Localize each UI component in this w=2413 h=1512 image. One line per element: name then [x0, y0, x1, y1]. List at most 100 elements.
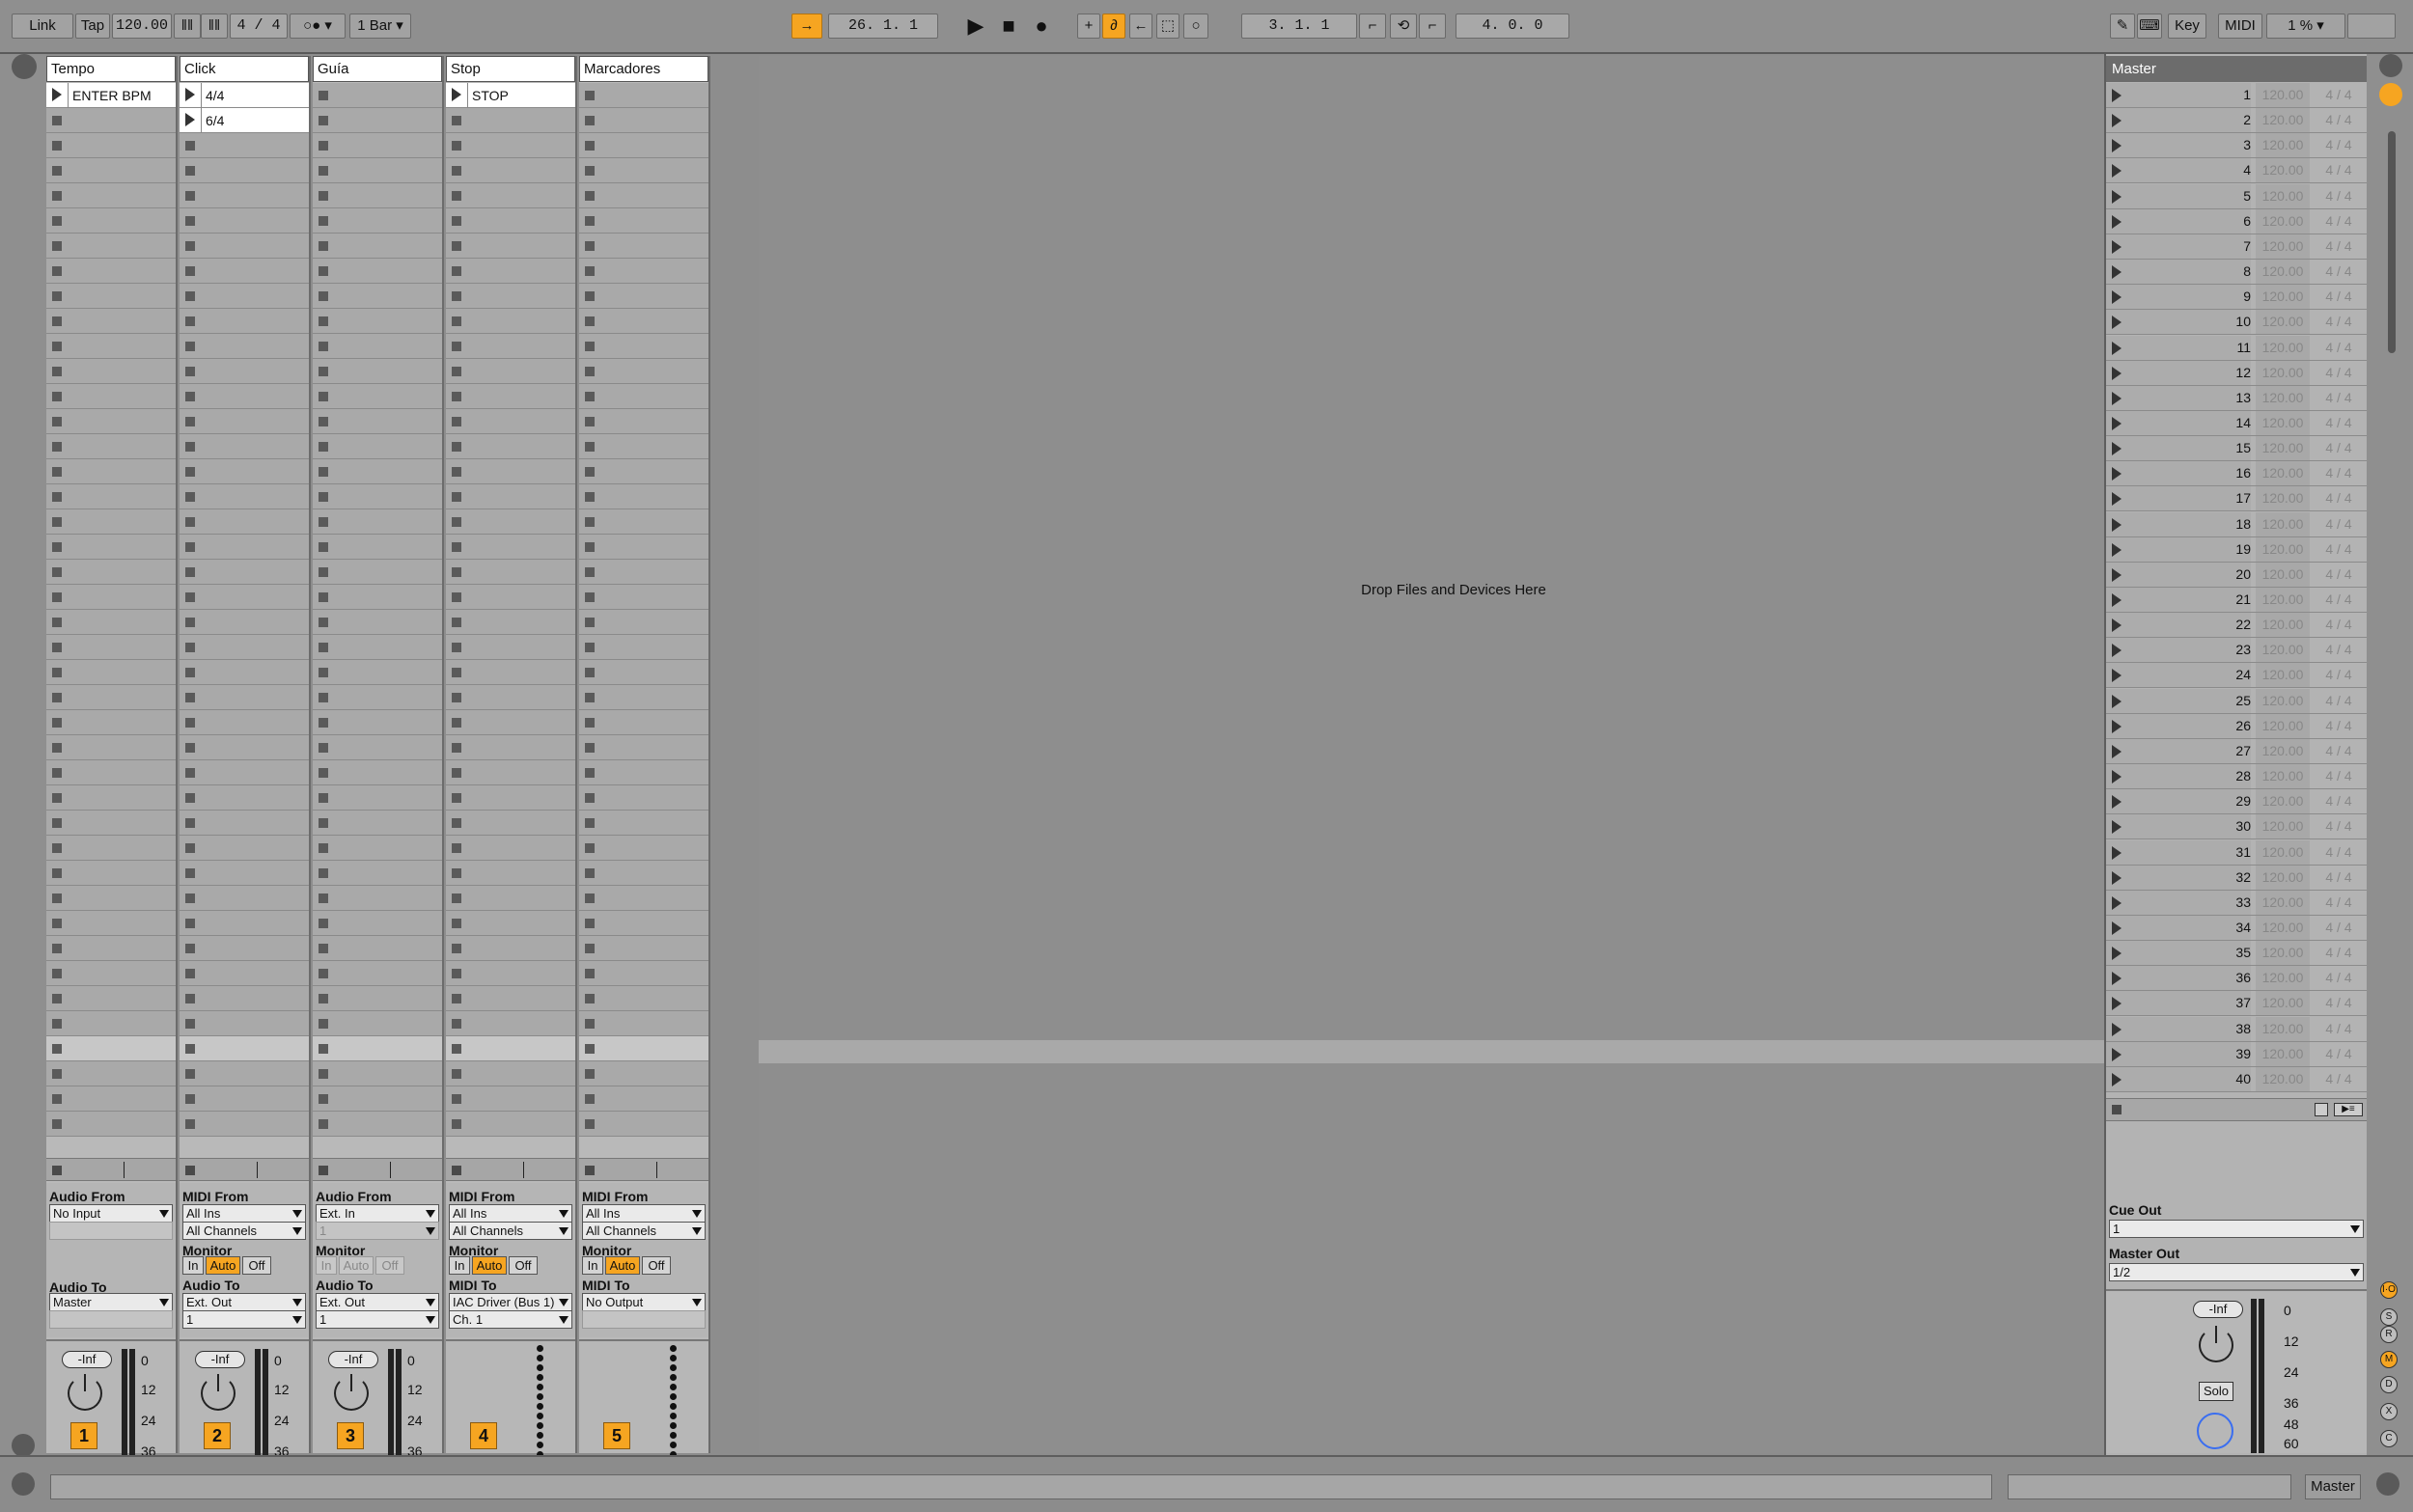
- scene-launch-icon[interactable]: [2112, 391, 2122, 405]
- pan-knob[interactable]: [334, 1374, 369, 1411]
- clip-slot[interactable]: [180, 660, 309, 685]
- clip-slot[interactable]: [579, 811, 708, 836]
- scene-row[interactable]: 33 120.00 4 / 4: [2106, 890, 2369, 916]
- clip-slot[interactable]: [46, 811, 176, 836]
- scene-signature[interactable]: 4 / 4: [2313, 234, 2365, 259]
- clip-slot[interactable]: [46, 284, 176, 309]
- metronome-button[interactable]: ○● ▾: [290, 14, 346, 39]
- clip-slot[interactable]: [46, 509, 176, 535]
- clip-slot[interactable]: [313, 1061, 442, 1086]
- scene-launch-icon[interactable]: [2112, 467, 2122, 481]
- scene-signature[interactable]: 4 / 4: [2313, 310, 2365, 334]
- scene-signature[interactable]: 4 / 4: [2313, 941, 2365, 965]
- crossfader-toggle-icon[interactable]: X: [2380, 1403, 2398, 1420]
- monitor-off-button[interactable]: Off: [242, 1256, 271, 1275]
- scene-row[interactable]: 19 120.00 4 / 4: [2106, 536, 2369, 563]
- scene-tempo[interactable]: 120.00: [2256, 511, 2310, 536]
- clip-slot[interactable]: [313, 560, 442, 585]
- mixer-toggle-icon[interactable]: M: [2380, 1351, 2398, 1368]
- clip-slot[interactable]: [446, 509, 575, 535]
- clip-slot[interactable]: [46, 585, 176, 610]
- clip-slot[interactable]: [180, 1112, 309, 1137]
- clip-slot[interactable]: [313, 208, 442, 234]
- clip-slot[interactable]: [46, 1086, 176, 1112]
- scene-row[interactable]: 14 120.00 4 / 4: [2106, 410, 2369, 436]
- clip-slot[interactable]: [446, 986, 575, 1011]
- cue-out-select[interactable]: 1: [2109, 1220, 2364, 1238]
- scene-row[interactable]: 32 120.00 4 / 4: [2106, 865, 2369, 891]
- scene-row[interactable]: 20 120.00 4 / 4: [2106, 562, 2369, 588]
- clip-slot[interactable]: [46, 208, 176, 234]
- clip-slot[interactable]: [579, 1011, 708, 1036]
- capture-icon[interactable]: ⬚: [1156, 14, 1179, 39]
- scene-signature[interactable]: 4 / 4: [2313, 436, 2365, 460]
- output-select[interactable]: IAC Driver (Bus 1): [449, 1293, 572, 1311]
- scene-signature[interactable]: 4 / 4: [2313, 411, 2365, 435]
- scene-launch-icon[interactable]: [2112, 1072, 2122, 1086]
- scene-signature[interactable]: 4 / 4: [2313, 133, 2365, 157]
- scene-launch-icon[interactable]: [2112, 567, 2122, 582]
- clip-slot[interactable]: [446, 484, 575, 509]
- track-activator-button[interactable]: 1: [70, 1422, 97, 1449]
- clip[interactable]: 4/4: [180, 83, 309, 108]
- scene-row[interactable]: 11 120.00 4 / 4: [2106, 335, 2369, 361]
- clip-slot[interactable]: [46, 685, 176, 710]
- scene-row[interactable]: 5 120.00 4 / 4: [2106, 183, 2369, 209]
- clip-slot[interactable]: [313, 484, 442, 509]
- master-status-button[interactable]: Master: [2305, 1474, 2361, 1499]
- clip-slot[interactable]: [579, 158, 708, 183]
- clip-slot[interactable]: [313, 509, 442, 535]
- scene-launch-icon[interactable]: [2112, 644, 2122, 658]
- track-title[interactable]: Marcadores: [579, 56, 708, 82]
- clip-slot[interactable]: [446, 208, 575, 234]
- scene-signature[interactable]: 4 / 4: [2313, 285, 2365, 309]
- keyboard-icon[interactable]: ⌨: [2137, 14, 2162, 39]
- delay-toggle-icon[interactable]: D: [2380, 1376, 2398, 1393]
- clip-slot[interactable]: [46, 158, 176, 183]
- scene-tempo[interactable]: 120.00: [2256, 588, 2310, 612]
- clip-slot[interactable]: [46, 384, 176, 409]
- scene-tempo[interactable]: 120.00: [2256, 183, 2310, 208]
- clip-slot[interactable]: [579, 1061, 708, 1086]
- scene-tempo[interactable]: 120.00: [2256, 310, 2310, 335]
- clip-slot[interactable]: [180, 986, 309, 1011]
- clip-slot[interactable]: [446, 234, 575, 259]
- scene-row[interactable]: 6 120.00 4 / 4: [2106, 208, 2369, 234]
- clip-slot[interactable]: [446, 610, 575, 635]
- returns-toggle-icon[interactable]: R: [2380, 1326, 2398, 1343]
- scene-tempo[interactable]: 120.00: [2256, 158, 2310, 183]
- input-channel-select[interactable]: All Channels: [582, 1222, 706, 1240]
- scene-row[interactable]: 2 120.00 4 / 4: [2106, 108, 2369, 134]
- scene-launch-icon[interactable]: [2112, 694, 2122, 708]
- clip-slot[interactable]: [180, 183, 309, 208]
- cue-volume-knob[interactable]: [2197, 1413, 2233, 1449]
- clip-slot[interactable]: [446, 911, 575, 936]
- clip-slot[interactable]: [579, 961, 708, 986]
- scene-row[interactable]: 30 120.00 4 / 4: [2106, 814, 2369, 840]
- scene-signature[interactable]: 4 / 4: [2313, 840, 2365, 865]
- monitor-in-button[interactable]: In: [582, 1256, 603, 1275]
- scene-launch-icon[interactable]: [2112, 290, 2122, 305]
- clip-slot[interactable]: [180, 886, 309, 911]
- clip-slot[interactable]: [180, 760, 309, 785]
- scene-tempo[interactable]: 120.00: [2256, 738, 2310, 763]
- scene-launch-icon[interactable]: [2112, 316, 2122, 330]
- scrollbar[interactable]: [2388, 131, 2396, 353]
- clip-slot[interactable]: [579, 560, 708, 585]
- scene-tempo[interactable]: 120.00: [2256, 764, 2310, 789]
- clip-slot[interactable]: [46, 334, 176, 359]
- clip-slot[interactable]: [446, 961, 575, 986]
- input-channel-select[interactable]: 1: [316, 1222, 439, 1240]
- scene-row[interactable]: 8 120.00 4 / 4: [2106, 260, 2369, 286]
- track-activator-button[interactable]: 3: [337, 1422, 364, 1449]
- clip-slot[interactable]: [313, 986, 442, 1011]
- clip-slot[interactable]: [313, 1011, 442, 1036]
- clip-slot[interactable]: [313, 685, 442, 710]
- clip-slot[interactable]: [313, 936, 442, 961]
- scene-tempo[interactable]: 120.00: [2256, 941, 2310, 966]
- clip-slot[interactable]: [446, 1011, 575, 1036]
- track-activator-button[interactable]: 5: [603, 1422, 630, 1449]
- scene-signature[interactable]: 4 / 4: [2313, 814, 2365, 838]
- clip-slot[interactable]: [180, 710, 309, 735]
- clip-slot[interactable]: [446, 685, 575, 710]
